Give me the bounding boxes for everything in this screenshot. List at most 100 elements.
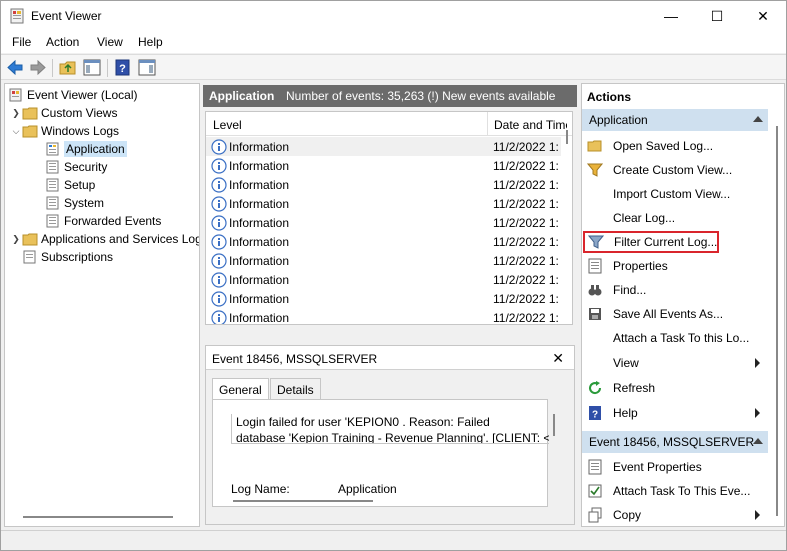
action-properties[interactable]: Properties [582,255,768,277]
column-header-level[interactable]: Level [213,118,242,132]
tree-item-system[interactable]: System [45,194,104,212]
event-level: Information [229,235,290,249]
action-open-saved-log[interactable]: Open Saved Log... [582,135,768,157]
console-tree: Event Viewer (Local) ❯ Custom Views ⌵ Wi… [4,83,200,527]
action-help[interactable]: ? Help [582,402,768,424]
tree-item-subscriptions[interactable]: Subscriptions [22,248,113,266]
table-row[interactable]: Information 11/2/2022 1: [206,137,561,156]
horizontal-scrollbar[interactable] [23,516,173,518]
vertical-scrollbar[interactable] [566,130,568,144]
tree-item-root[interactable]: Event Viewer (Local) [8,86,138,104]
event-level: Information [229,216,290,230]
action-find[interactable]: Find... [582,279,768,301]
table-row[interactable]: Information 11/2/2022 1: [206,156,561,175]
minimize-button[interactable]: — [648,1,694,31]
log-icon [46,178,59,192]
tab-details[interactable]: Details [270,378,321,400]
show-hide-actions-icon[interactable] [138,59,156,76]
table-row[interactable]: Information 11/2/2022 1: [206,289,561,308]
menu-action[interactable]: Action [46,35,79,49]
tab-general[interactable]: General [212,378,269,400]
chevron-right-icon[interactable]: ❯ [10,234,22,245]
action-label: Attach Task To This Eve... [613,484,751,498]
maximize-icon: ☐ [710,7,724,24]
action-copy[interactable]: Copy [582,504,768,526]
column-header-date[interactable]: Date and Time [487,112,567,136]
menu-file[interactable]: File [12,35,31,49]
event-viewer-window: Event Viewer — ☐ ✕ File Action View Help [0,0,787,551]
tree-item-windows-logs[interactable]: ⌵ Windows Logs [10,122,119,140]
action-clear-log[interactable]: Clear Log... [582,207,768,229]
action-label: Save All Events As... [613,307,724,321]
close-icon: ✕ [757,7,769,24]
action-event-properties[interactable]: Event Properties [582,456,768,478]
action-save-all-events-as[interactable]: Save All Events As... [582,303,768,325]
tree-item-forwarded-events[interactable]: Forwarded Events [45,212,161,230]
close-button[interactable]: ✕ [740,1,786,31]
maximize-button[interactable]: ☐ [694,1,740,31]
action-view[interactable]: View [582,352,768,374]
menu-help[interactable]: Help [138,35,163,49]
table-row[interactable]: Information 11/2/2022 1: [206,213,561,232]
chevron-right-icon[interactable]: ❯ [10,108,22,119]
table-row[interactable]: Information 11/2/2022 1: [206,175,561,194]
action-attach-task-to-this-eve[interactable]: Attach Task To This Eve... [582,480,768,502]
tree-label: Security [64,160,108,174]
save-icon [589,308,601,320]
back-arrow-icon[interactable] [6,59,24,76]
event-level: Information [229,273,290,287]
help-icon: ? [589,406,601,421]
tree-item-apps-services[interactable]: ❯ Applications and Services Logs [10,230,199,248]
toolbar-separator [107,59,108,77]
tree-item-custom-views[interactable]: ❯ Custom Views [10,104,117,122]
actions-section-application[interactable]: Application [582,109,768,131]
forward-arrow-icon[interactable] [29,59,47,76]
action-label: Open Saved Log... [613,139,714,153]
action-label: Help [613,406,638,420]
tree-item-setup[interactable]: Setup [45,176,95,194]
event-date: 11/2/2022 1: [493,292,559,306]
menu-view[interactable]: View [97,35,123,49]
action-filter-current-log[interactable]: Filter Current Log... [583,231,719,253]
table-row[interactable]: Information 11/2/2022 1: [206,194,561,213]
information-icon [211,310,227,324]
help-icon[interactable]: ? [114,59,132,76]
svg-text:?: ? [592,410,598,421]
folder-icon [22,107,38,120]
folder-up-icon[interactable] [59,59,77,76]
action-create-custom-view[interactable]: Create Custom View... [582,159,768,181]
tree-item-application[interactable]: Application [45,140,127,158]
vertical-scrollbar[interactable] [776,126,778,516]
collapse-up-icon[interactable] [753,116,763,122]
event-level: Information [229,140,290,154]
event-message[interactable]: Login failed for user 'KEPION0 . Reason:… [231,414,549,444]
action-attach-a-task-to-this-lo[interactable]: Attach a Task To this Lo... [582,327,768,349]
vertical-scrollbar[interactable] [553,414,555,436]
log-name-value: Application [338,482,397,496]
toolbar: ? [1,54,786,80]
action-import-custom-view[interactable]: Import Custom View... [582,183,768,205]
table-row[interactable]: Information 11/2/2022 1: [206,232,561,251]
log-summary: Number of events: 35,263 (!) New events … [286,89,556,103]
table-row[interactable]: Information 11/2/2022 1: [206,251,561,270]
event-date: 11/2/2022 1: [493,140,559,154]
action-refresh[interactable]: Refresh [582,377,768,399]
submenu-arrow-icon [755,358,760,368]
show-hide-tree-icon[interactable] [83,59,101,76]
actions-section-event[interactable]: Event 18456, MSSQLSERVER [582,431,768,453]
detail-body: Login failed for user 'KEPION0 . Reason:… [212,399,555,507]
table-row[interactable]: Information 11/2/2022 1: [206,270,561,289]
table-row[interactable]: Information 11/2/2022 1: [206,308,561,324]
event-level: Information [229,178,290,192]
action-label: Refresh [613,381,656,395]
chevron-down-icon[interactable]: ⌵ [10,126,22,137]
event-level: Information [229,159,290,173]
tree-item-security[interactable]: Security [45,158,107,176]
actions-pane: Actions Application Open Saved Log... Cre… [581,83,785,527]
minimize-icon: — [664,8,678,24]
close-detail-icon[interactable]: ✕ [552,350,564,367]
tree-label: Forwarded Events [64,214,162,228]
collapse-up-icon[interactable] [753,438,763,444]
binoculars-icon [588,285,602,296]
horizontal-scrollbar[interactable] [233,500,373,502]
